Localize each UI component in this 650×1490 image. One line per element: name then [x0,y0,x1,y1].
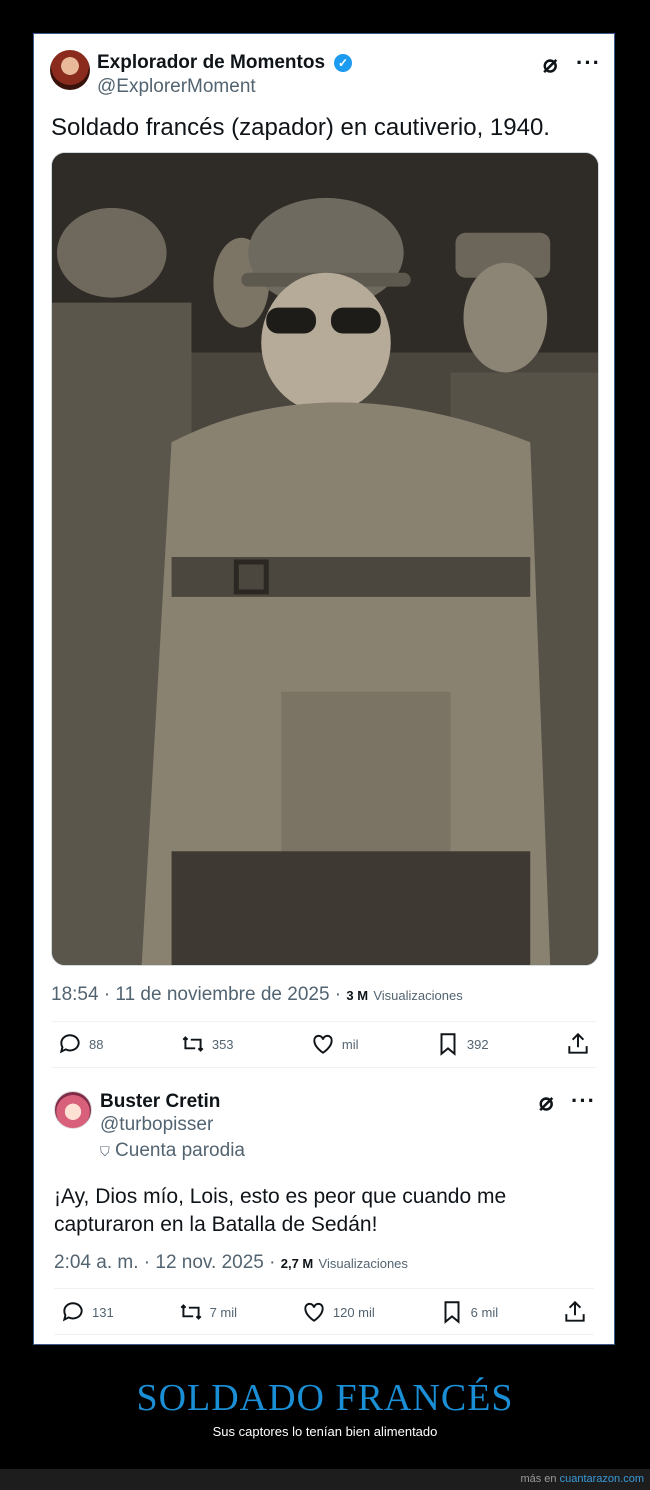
parody-text: Cuenta parodia [115,1140,245,1161]
divider [51,1021,597,1022]
handle[interactable]: @ExplorerMoment [97,76,256,98]
grok-icon[interactable]: ⌀ [539,1088,553,1117]
tweet-photo[interactable] [51,152,599,966]
tweet-timestamp[interactable]: 2:04 a. m. · 12 nov. 2025 · 2,7 M Visual… [54,1252,408,1274]
footer-text: más en cuantarazon.com [520,1473,644,1485]
grok-icon[interactable]: ⌀ [543,50,557,79]
bookmark-count: 6 mil [470,1304,499,1320]
repost-button[interactable]: 7 mil [178,1299,237,1325]
divider [54,1288,594,1289]
bookmark-count: 392 [466,1036,489,1052]
parody-mask-icon: ⛉ [100,1144,110,1159]
more-icon[interactable]: ··· [571,1088,596,1114]
views-label: Visualizaciones [318,1256,408,1271]
tweet-text: ¡Ay, Dios mío, Lois, esto es peor que cu… [54,1185,507,1236]
like-count: mil [341,1036,359,1052]
like-icon [304,1302,324,1322]
share-icon [568,1032,588,1054]
handle[interactable]: @turbopisser [100,1114,213,1136]
bookmark-icon [440,1033,456,1056]
bookmark-icon [444,1301,460,1324]
reply-icon [62,1302,83,1322]
action-bar: 131 7 mil 120 mil 6 mil [54,1299,594,1325]
bookmark-button[interactable]: 392 [435,1031,489,1057]
tweet-timestamp[interactable]: 18:54 · 11 de noviembre de 2025 · 3 M Vi… [51,984,463,1006]
share-icon [565,1300,585,1322]
views-count: 3 M [346,988,369,1003]
share-button[interactable] [562,1299,594,1325]
like-icon [313,1034,333,1054]
repost-count: 353 [211,1036,234,1052]
reply-icon [59,1034,80,1054]
meme-frame: Explorador de Momentos ✓ @ExplorerMoment… [33,33,615,1345]
repost-icon [182,1036,204,1052]
reply-button[interactable]: 88 [51,1031,103,1057]
repost-button[interactable]: 353 [180,1031,234,1057]
caption-subtitle: Sus captores lo tenían bien alimentado [212,1424,438,1439]
reply-count: 88 [89,1036,104,1052]
views-count: 2,7 M [280,1256,314,1271]
divider [51,1067,597,1068]
tweet-text: Soldado francés (zapador) en cautiverio,… [51,114,550,141]
footer-prefix: más en [520,1473,557,1485]
more-icon[interactable]: ··· [576,50,601,76]
footer-bar: más en cuantarazon.com [0,1469,650,1490]
parody-label: ⛉ Cuenta parodia [100,1140,245,1162]
action-bar: 88 353 mil 392 [51,1031,597,1057]
share-button[interactable] [565,1031,597,1057]
like-count: 120 mil [332,1304,375,1320]
views-label: Visualizaciones [373,988,463,1003]
reply-count: 131 [92,1304,114,1320]
caption-title: SOLDADO FRANCÉS [136,1377,514,1419]
footer-site-link[interactable]: cuantarazon.com [560,1473,644,1485]
like-button[interactable]: 120 mil [301,1299,375,1325]
avatar-explorador[interactable] [50,50,90,90]
bookmark-button[interactable]: 6 mil [439,1299,498,1325]
soldier-photo-illustration [52,153,598,965]
repost-icon [180,1304,202,1320]
reply-button[interactable]: 131 [54,1299,114,1325]
display-name[interactable]: Buster Cretin [100,1091,220,1113]
verified-badge-icon: ✓ [334,54,352,72]
divider [54,1334,594,1335]
timestamp-text: 18:54 · 11 de noviembre de 2025 · [51,984,342,1005]
display-name[interactable]: Explorador de Momentos [97,52,325,74]
timestamp-text: 2:04 a. m. · 12 nov. 2025 · [54,1252,276,1273]
avatar-buster[interactable] [54,1091,92,1129]
repost-count: 7 mil [209,1304,238,1320]
like-button[interactable]: mil [310,1031,359,1057]
